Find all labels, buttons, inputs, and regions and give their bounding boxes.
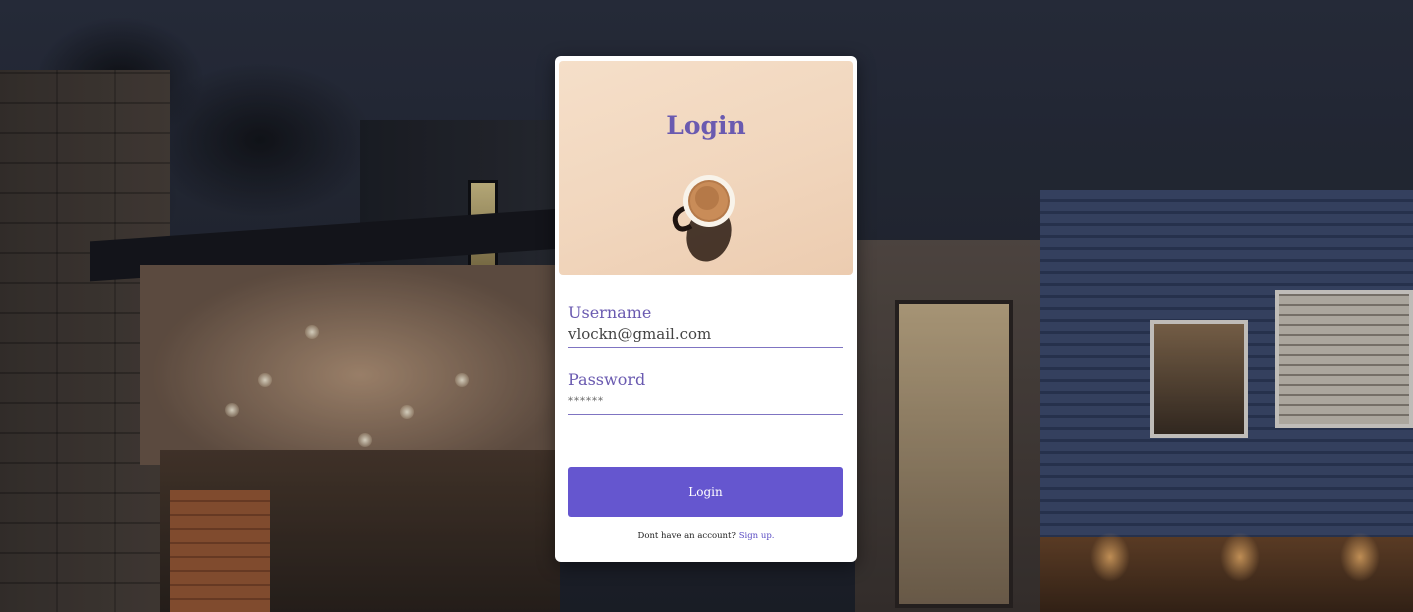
- username-label: Username: [568, 303, 652, 322]
- signup-prompt: Dont have an account? Sign up.: [555, 531, 857, 541]
- password-input[interactable]: [568, 390, 843, 415]
- login-form: Username Password: [568, 303, 844, 437]
- username-input[interactable]: [568, 323, 843, 348]
- signup-prompt-text: Dont have an account?: [637, 531, 736, 541]
- login-hero: Login: [559, 61, 853, 275]
- password-label: Password: [568, 370, 646, 389]
- username-field-group: Username: [568, 303, 844, 348]
- login-card: Login Username Password: [555, 56, 857, 562]
- login-title: Login: [666, 111, 746, 140]
- password-field-group: Password: [568, 370, 844, 415]
- coffee-cup-image: [672, 175, 735, 262]
- login-button[interactable]: Login: [568, 467, 843, 517]
- signup-link[interactable]: Sign up.: [739, 531, 775, 541]
- login-page: Login Username Password: [0, 0, 1413, 612]
